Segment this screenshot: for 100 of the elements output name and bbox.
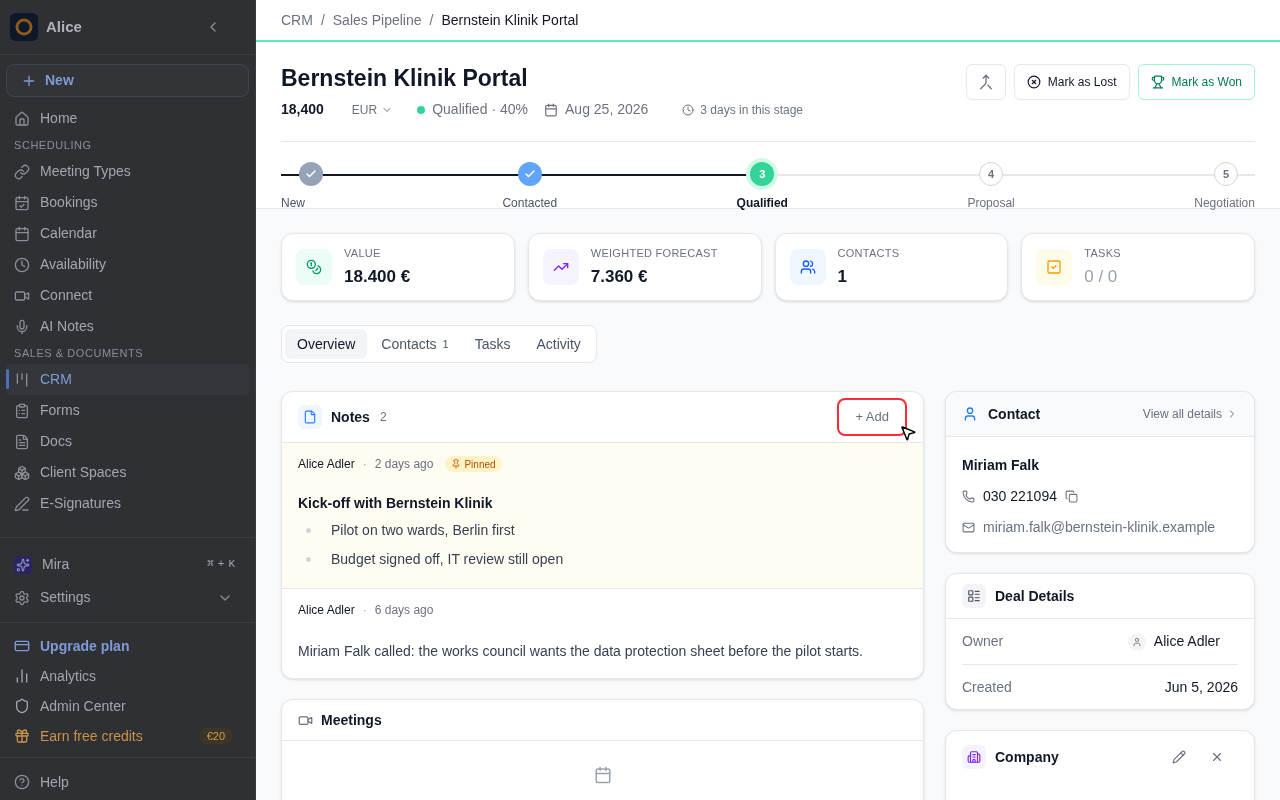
gift-icon — [14, 728, 30, 744]
nav-item[interactable]: Forms — [6, 395, 249, 426]
note-author: Alice Adler — [298, 456, 355, 473]
help-icon — [14, 774, 30, 790]
stat-value: 18.400 € — [344, 266, 411, 288]
stage-duration: 3 days in this stage — [700, 101, 804, 119]
note-time: 6 days ago — [374, 602, 434, 619]
nav-item[interactable]: Client Spaces — [6, 457, 249, 488]
coins-icon — [306, 259, 322, 275]
check-icon — [523, 168, 536, 180]
contact-email[interactable]: miriam.falk@bernstein-klinik.example — [983, 517, 1216, 538]
new-button[interactable]: New — [6, 64, 249, 97]
stat-label: CONTACTS — [837, 245, 900, 261]
view-details-link[interactable]: View all details — [1142, 405, 1238, 423]
tab[interactable]: Overview — [285, 329, 368, 359]
nav-item[interactable]: Availability — [6, 249, 249, 280]
note-time: 2 days ago — [374, 456, 434, 473]
nav-item[interactable]: CRM — [6, 364, 249, 395]
assistant-icon — [14, 555, 32, 574]
link-icon — [14, 163, 30, 180]
nav-item[interactable]: E-Signatures — [6, 488, 249, 519]
breadcrumb-link[interactable]: CRM — [281, 9, 313, 31]
breadcrumb-link[interactable]: Sales Pipeline — [332, 9, 422, 31]
separator-dot: · — [362, 456, 367, 473]
calendar-icon — [14, 225, 30, 242]
contact-phone: 030 221094 — [983, 487, 1057, 506]
nav-item[interactable]: Admin Center — [14, 691, 241, 721]
nav-item[interactable]: Calendar — [6, 218, 249, 249]
phone-icon — [962, 490, 975, 503]
note-title: Kick-off with Bernstein Klinik — [298, 494, 494, 513]
card-title: Meetings — [321, 710, 382, 730]
list-icon — [967, 589, 981, 603]
stage-label[interactable]: Qualified — [736, 194, 788, 212]
calendar-check-icon — [14, 194, 30, 211]
clock-icon — [682, 103, 695, 116]
detail-value: Jun 5, 2026 — [1164, 677, 1238, 697]
credit-badge: €20 — [198, 727, 233, 745]
note-bullet: Pilot on two wards, Berlin first — [331, 521, 515, 540]
stat-value: 0 / 0 — [1084, 266, 1119, 288]
separator-dot: · — [362, 602, 367, 619]
notes-count: 2 — [379, 409, 387, 426]
shortcut-key: ⌘ — [207, 556, 214, 573]
contact-name: Miriam Falk — [962, 456, 1041, 475]
pen-icon — [14, 495, 30, 512]
nav-item[interactable]: Settings — [14, 581, 241, 614]
clock-icon — [14, 256, 30, 273]
currency-select[interactable]: EUR — [351, 100, 394, 119]
settings-icon — [14, 589, 30, 606]
tab[interactable]: Activity — [524, 329, 593, 359]
stage-marker: 4 — [979, 162, 1004, 186]
nav-item[interactable]: Earn free credits €20 — [14, 721, 241, 751]
note-text: Miriam Falk called: the works council wants the data protection sheet before the pilot starts. — [298, 642, 864, 661]
section-heading: SCHEDULING — [14, 137, 93, 153]
merge-icon — [977, 74, 994, 90]
microphone-icon — [14, 318, 30, 335]
close-circle-icon — [1026, 75, 1041, 89]
card-title: Company — [995, 747, 1059, 767]
cursor-icon — [899, 424, 917, 442]
shortcut-key: K — [228, 556, 235, 573]
stat-label: TASKS — [1084, 245, 1121, 261]
merge-button[interactable] — [965, 64, 1006, 100]
deal-amount: 18,400 — [281, 100, 324, 119]
stage-label[interactable]: Negotiation — [1194, 194, 1255, 212]
copy-icon[interactable] — [1064, 490, 1078, 503]
pin-icon — [451, 459, 462, 469]
nav-item[interactable]: Analytics — [14, 661, 241, 691]
shortcut-key: + — [217, 556, 225, 573]
nav-item[interactable]: Meeting Types — [6, 156, 249, 187]
edit-icon[interactable] — [1172, 750, 1186, 764]
nav-item[interactable]: Mira ⌘ + K — [14, 548, 241, 581]
close-icon[interactable] — [1210, 750, 1224, 764]
stage-label[interactable]: Proposal — [967, 194, 1015, 212]
mark-lost-button[interactable]: Mark as Lost — [1013, 64, 1130, 100]
user-icon — [962, 406, 978, 422]
nav-item[interactable]: Help — [14, 764, 241, 800]
stage-label[interactable]: Contacted — [502, 194, 558, 212]
shield-user-icon — [14, 698, 30, 714]
nav-item[interactable]: Docs — [6, 426, 249, 457]
file-icon — [303, 410, 317, 424]
stage-marker: 5 — [1213, 162, 1238, 186]
boxes-icon — [14, 464, 30, 481]
nav-item[interactable]: Upgrade plan — [14, 631, 241, 661]
note-bullet: Budget signed off, IT review still open — [331, 550, 564, 569]
probability-text: · 40% — [491, 100, 528, 119]
calendar-icon — [544, 102, 558, 117]
nav-item[interactable]: Bookings — [6, 187, 249, 218]
tab[interactable]: Contacts 1 — [369, 329, 461, 359]
close-date: Aug 25, 2026 — [565, 100, 649, 119]
stage-label[interactable]: New — [281, 194, 305, 212]
mark-won-button[interactable]: Mark as Won — [1137, 64, 1255, 100]
breadcrumb-separator: / — [429, 10, 434, 30]
nav-item[interactable]: AI Notes — [6, 311, 249, 342]
tab[interactable]: Tasks — [462, 329, 523, 359]
detail-value: Alice Adler — [1153, 632, 1220, 651]
trophy-icon — [1150, 75, 1165, 89]
card-title: Contact — [988, 404, 1041, 424]
stat-label: VALUE — [344, 245, 382, 261]
stat-label: WEIGHTED FORECAST — [590, 245, 718, 261]
nav-item[interactable]: Home — [6, 103, 249, 134]
nav-item[interactable]: Connect — [6, 280, 249, 311]
